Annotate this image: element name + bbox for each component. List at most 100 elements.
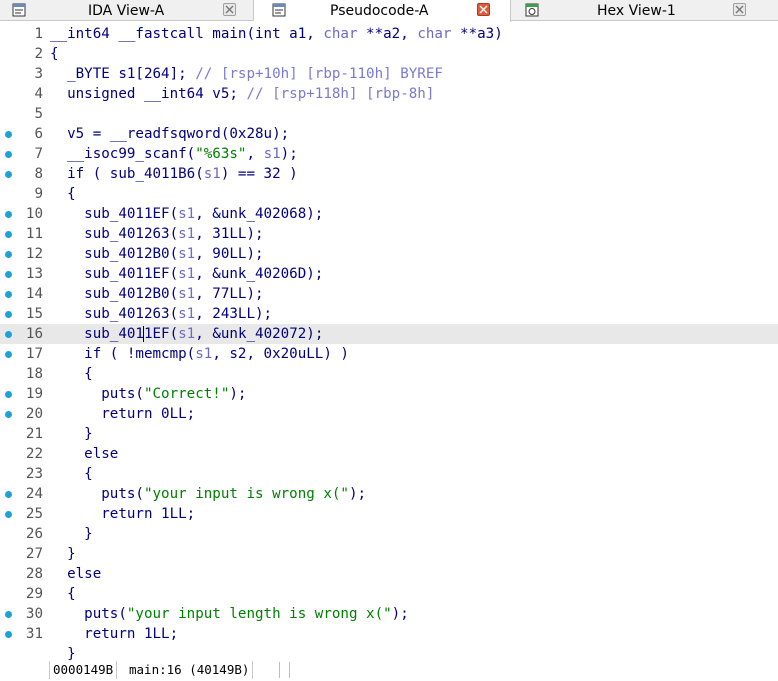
breakpoint-dot-icon[interactable]	[5, 291, 12, 298]
code-text[interactable]: }	[50, 544, 76, 564]
breakpoint-dot-icon[interactable]	[5, 631, 12, 638]
pseudocode-editor[interactable]: 1 __int64 __fastcall main(int a1, char **…	[0, 24, 778, 660]
code-line[interactable]: 3 _BYTE s1[264]; // [rsp+10h] [rbp-110h]…	[0, 64, 778, 84]
code-line[interactable]: 10 sub_4011EF(s1, &unk_402068);	[0, 204, 778, 224]
code-line[interactable]: 4 unsigned __int64 v5; // [rsp+118h] [rb…	[0, 84, 778, 104]
code-text[interactable]: {	[50, 364, 93, 384]
code-text[interactable]: _BYTE s1[264]; // [rsp+10h] [rbp-110h] B…	[50, 64, 443, 84]
breakpoint-dot-icon[interactable]	[5, 411, 12, 418]
breakpoint-dot-icon[interactable]	[5, 131, 12, 138]
tab-hex-view[interactable]: Hex View-1	[511, 0, 778, 21]
code-line[interactable]: 22 else	[0, 444, 778, 464]
breakpoint-dot-icon[interactable]	[5, 231, 12, 238]
code-line[interactable]: 29 {	[0, 584, 778, 604]
code-line[interactable]: 19 puts("Correct!");	[0, 384, 778, 404]
code-line[interactable]: 7 __isoc99_scanf("%63s", s1);	[0, 144, 778, 164]
line-number: 30	[25, 606, 43, 622]
code-text[interactable]: puts("your input is wrong x(");	[50, 484, 366, 504]
code-text[interactable]: if ( sub_4011B6(s1) == 32 )	[50, 164, 298, 184]
close-icon[interactable]	[477, 3, 490, 16]
breakpoint-dot-icon[interactable]	[5, 251, 12, 258]
code-text[interactable]: sub_401263(s1, 31LL);	[50, 224, 263, 244]
code-text[interactable]: sub_4011EF(s1, &unk_40206D);	[50, 264, 323, 284]
code-line[interactable]: 16 sub_4011EF(s1, &unk_402072);	[0, 324, 778, 344]
code-text[interactable]: }	[50, 524, 93, 544]
code-text[interactable]: {	[50, 44, 59, 64]
code-text[interactable]: puts("Correct!");	[50, 384, 246, 404]
code-token: "Correct!"	[143, 386, 230, 402]
code-text[interactable]: else	[50, 444, 118, 464]
code-line[interactable]: 2{	[0, 44, 778, 64]
breakpoint-dot-icon[interactable]	[5, 351, 12, 358]
breakpoint-dot-icon[interactable]	[5, 391, 12, 398]
code-line[interactable]: 13 sub_4011EF(s1, &unk_40206D);	[0, 264, 778, 284]
code-text[interactable]: __int64 __fastcall main(int a1, char **a…	[50, 24, 503, 44]
code-line[interactable]: 15 sub_401263(s1, 243LL);	[0, 304, 778, 324]
code-token: **a2,	[357, 26, 418, 42]
code-line[interactable]: 18 {	[0, 364, 778, 384]
code-text[interactable]: return 0LL;	[50, 404, 195, 424]
code-text[interactable]: puts("your input length is wrong x(");	[50, 604, 409, 624]
code-line[interactable]: 1 __int64 __fastcall main(int a1, char **…	[0, 24, 778, 44]
code-line[interactable]: 27 }	[0, 544, 778, 564]
close-icon[interactable]	[733, 3, 746, 16]
code-line[interactable]: 8 if ( sub_4011B6(s1) == 32 )	[0, 164, 778, 184]
code-line[interactable]: 5	[0, 104, 778, 124]
code-text[interactable]: {	[50, 184, 76, 204]
code-token: s1	[178, 226, 196, 242]
tab-pseudocode[interactable]: Pseudocode-A	[254, 0, 511, 22]
code-text[interactable]: if ( !memcmp(s1, s2, 0x20uLL) )	[50, 344, 349, 364]
code-line[interactable]: 23 {	[0, 464, 778, 484]
code-line[interactable]: 17 if ( !memcmp(s1, s2, 0x20uLL) )	[0, 344, 778, 364]
code-line[interactable]: }	[0, 644, 778, 660]
code-line[interactable]: 26 }	[0, 524, 778, 544]
code-text[interactable]: }	[50, 644, 76, 660]
breakpoint-dot-icon[interactable]	[5, 491, 12, 498]
code-text[interactable]: sub_401263(s1, 243LL);	[50, 304, 272, 324]
code-line[interactable]: 28 else	[0, 564, 778, 584]
code-token: sub_4012B0(	[50, 246, 179, 262]
close-icon[interactable]	[223, 3, 236, 16]
code-line[interactable]: 6 v5 = __readfsqword(0x28u);	[0, 124, 778, 144]
breakpoint-dot-icon[interactable]	[5, 171, 12, 178]
breakpoint-dot-icon[interactable]	[5, 271, 12, 278]
tab-ida-view[interactable]: IDA View-A	[0, 0, 254, 21]
code-text[interactable]: sub_4012B0(s1, 90LL);	[50, 244, 263, 264]
code-text[interactable]: return 1LL;	[50, 624, 178, 644]
breakpoint-dot-icon[interactable]	[5, 151, 12, 158]
code-line[interactable]: 24 puts("your input is wrong x(");	[0, 484, 778, 504]
breakpoint-dot-icon[interactable]	[5, 331, 12, 338]
code-line[interactable]: 12 sub_4012B0(s1, 90LL);	[0, 244, 778, 264]
code-line[interactable]: 31 return 1LL;	[0, 624, 778, 644]
status-address: 0000149B	[49, 661, 118, 679]
code-text[interactable]: {	[50, 464, 93, 484]
code-token: }	[50, 646, 76, 660]
code-token: s1	[178, 266, 196, 282]
code-text[interactable]: {	[50, 584, 76, 604]
code-token: "%63s"	[195, 146, 247, 162]
code-token: char	[323, 26, 358, 42]
breakpoint-dot-icon[interactable]	[5, 311, 12, 318]
tab-ida-view-label: IDA View-A	[88, 3, 165, 19]
line-number: 29	[25, 586, 43, 602]
code-text[interactable]: sub_4011EF(s1, &unk_402068);	[50, 204, 323, 224]
code-text[interactable]: v5 = __readfsqword(0x28u);	[50, 124, 289, 144]
code-text[interactable]: sub_4012B0(s1, 77LL);	[50, 284, 263, 304]
code-text[interactable]: }	[50, 424, 93, 444]
breakpoint-dot-icon[interactable]	[5, 511, 12, 518]
code-line[interactable]: 9 {	[0, 184, 778, 204]
code-token: __isoc99_scanf(	[50, 146, 196, 162]
code-text[interactable]: sub_4011EF(s1, &unk_402072);	[50, 324, 323, 344]
code-line[interactable]: 21 }	[0, 424, 778, 444]
code-line[interactable]: 25 return 1LL;	[0, 504, 778, 524]
code-line[interactable]: 30 puts("your input length is wrong x(")…	[0, 604, 778, 624]
code-text[interactable]: else	[50, 564, 101, 584]
code-text[interactable]: return 1LL;	[50, 504, 195, 524]
code-text[interactable]: __isoc99_scanf("%63s", s1);	[50, 144, 298, 164]
code-text[interactable]: unsigned __int64 v5; // [rsp+118h] [rbp-…	[50, 84, 434, 104]
code-line[interactable]: 14 sub_4012B0(s1, 77LL);	[0, 284, 778, 304]
breakpoint-dot-icon[interactable]	[5, 611, 12, 618]
breakpoint-dot-icon[interactable]	[5, 211, 12, 218]
code-line[interactable]: 20 return 0LL;	[0, 404, 778, 424]
code-line[interactable]: 11 sub_401263(s1, 31LL);	[0, 224, 778, 244]
